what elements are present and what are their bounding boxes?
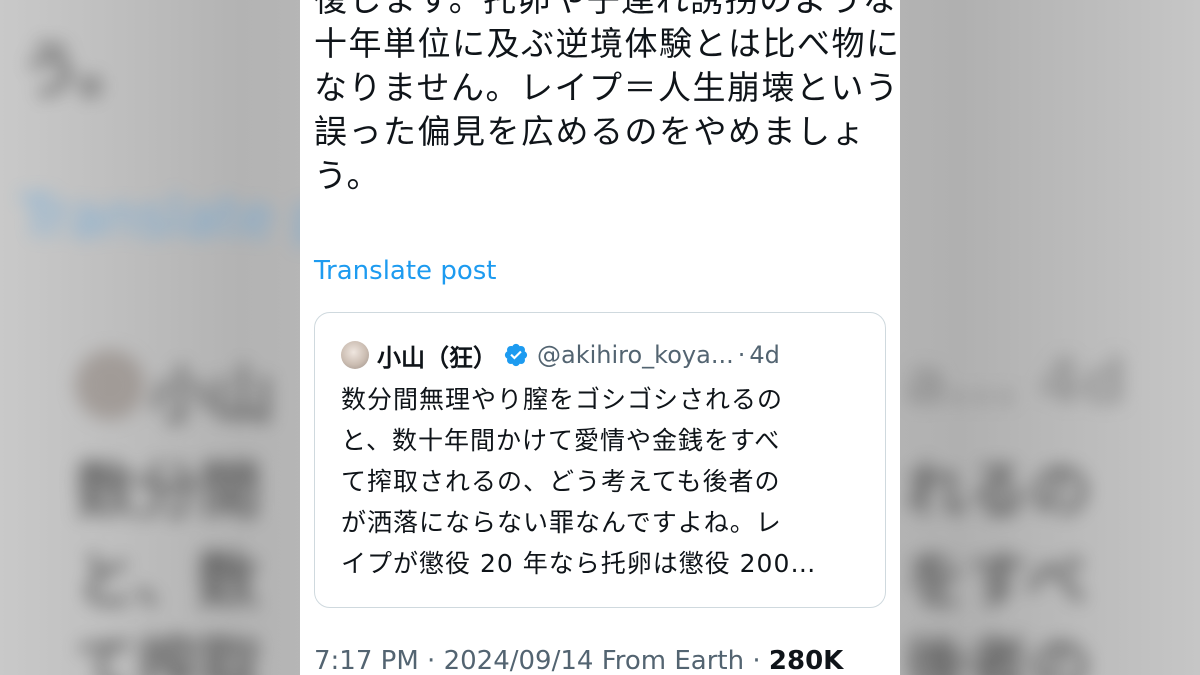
quoted-post-text: 数分間無理やり膣をゴシゴシされるの と、数十年間かけて愛情や金銭をすべ て搾取さ… — [341, 379, 871, 584]
bg-fragment: 数分間 — [75, 454, 262, 527]
bg-fragment: て搾取 — [75, 629, 262, 675]
avatar[interactable] — [341, 341, 369, 369]
bg-fragment: う。 — [20, 34, 141, 107]
verified-badge-icon — [504, 343, 528, 367]
quoted-text-line: イプが懲役 20 年なら托卵は懲役 200… — [341, 549, 817, 578]
post-time[interactable]: 7:17 PM — [314, 646, 419, 675]
post-date[interactable]: 2024/09/14 — [444, 646, 594, 675]
post-text-line: う。 — [314, 156, 382, 195]
bg-avatar — [75, 350, 145, 420]
bg-fragment: Translate p — [20, 185, 328, 250]
bg-fragment: a... 4d — [905, 345, 1127, 418]
quoted-post-time[interactable]: 4d — [749, 341, 780, 369]
quoted-author-name[interactable]: 小山（狂） — [377, 338, 497, 373]
separator-dot: · — [427, 646, 444, 675]
bg-fragment: 後者の — [905, 629, 1092, 675]
post-text-line: 十年単位に及ぶ逆境体験とは比べ物に — [314, 24, 900, 63]
bg-fragment: と、数 — [75, 544, 259, 617]
quoted-text-line: が洒落にならない罪なんですよね。レ — [341, 508, 782, 537]
quoted-post-header: 小山（狂） @akihiro_koya... · 4d — [341, 338, 780, 373]
quoted-author-handle[interactable]: @akihiro_koya... — [537, 341, 734, 369]
post-metadata: 7:17 PM · 2024/09/14 From Earth · 280K — [314, 646, 843, 675]
bg-fragment: 小山 — [150, 359, 275, 432]
post-text-line: なりません。レイプ＝人生崩壊という — [314, 68, 900, 107]
post-views-count[interactable]: 280K — [769, 646, 843, 675]
separator-dot: · — [737, 341, 746, 369]
bg-fragment: れるの — [905, 454, 1092, 527]
bg-fragment: をすべ — [905, 544, 1087, 617]
separator-dot: · — [752, 646, 769, 675]
quoted-text-line: 数分間無理やり膣をゴシゴシされるの — [341, 385, 784, 414]
post-text-line: 復します。托卵や子連れ誘拐のような — [314, 0, 896, 22]
post-source: From Earth — [601, 646, 745, 675]
translate-post-link[interactable]: Translate post — [314, 256, 496, 286]
post-text-line: 誤った偏見を広めるのをやめましょ — [314, 112, 866, 151]
post-card: 復します。托卵や子連れ誘拐のような 十年単位に及ぶ逆境体験とは比べ物に なりませ… — [300, 0, 900, 675]
quoted-text-line: て搾取されるの、どう考えても後者の — [341, 467, 781, 496]
quoted-text-line: と、数十年間かけて愛情や金銭をすべ — [341, 426, 781, 455]
quoted-post[interactable]: 小山（狂） @akihiro_koya... · 4d 数分間無理やり膣をゴシゴ… — [314, 312, 886, 608]
post-body: 復します。托卵や子連れ誘拐のような 十年単位に及ぶ逆境体験とは比べ物に なりませ… — [314, 0, 900, 198]
